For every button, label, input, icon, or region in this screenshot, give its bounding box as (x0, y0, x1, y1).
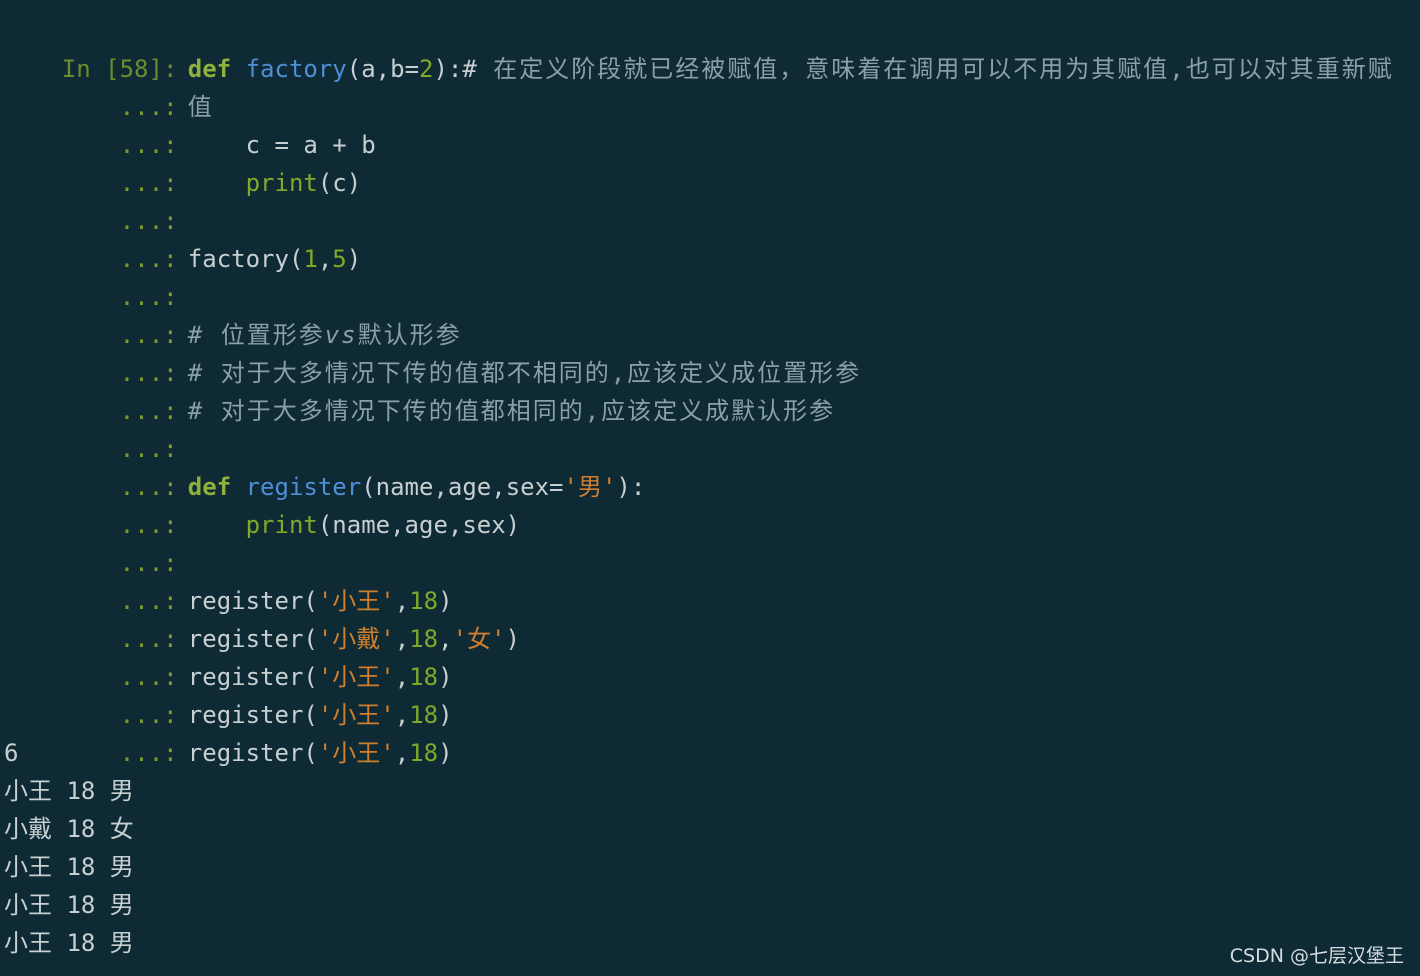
builtin: print (245, 511, 318, 539)
code-line-14: ...: (4, 506, 188, 577)
code-text: factory( (187, 245, 304, 273)
code-text: ) (346, 245, 362, 273)
string: '小王' (317, 739, 395, 767)
code-text: ):# (433, 55, 477, 83)
code-line-1: In [58]: def factory(a,b=2):# 在定义阶段就已经被赋值… (4, 12, 1394, 83)
number: 18 (409, 739, 439, 767)
comment: # 对于大多情况下传的值都相同的,应该定义成默认形参 (187, 397, 836, 425)
output-line: 小王 18 男 (4, 853, 134, 881)
string: '男' (563, 473, 617, 501)
code-text: ) (438, 739, 453, 767)
number: 1 (303, 245, 318, 273)
code-line-8: ...: # 位置形参vs默认形参 (4, 278, 462, 349)
output-line: 小王 18 男 (4, 929, 134, 957)
output-line: 小王 18 男 (4, 777, 134, 805)
code-line-7: ...: (4, 240, 188, 311)
code-line-11: ...: (4, 392, 188, 463)
code-line-15: ...: register('小王',18) (4, 544, 453, 615)
code-line-4: ...: print(c) (4, 126, 361, 197)
output-line: 小王 18 男 (4, 891, 134, 919)
output-line: 小戴 18 女 (4, 815, 134, 843)
code-text: register( (187, 739, 318, 767)
code-text: , (317, 245, 333, 273)
code-line-3: ...: c = a + b (4, 88, 376, 159)
code-line-18: ...: register('小王',18) (4, 658, 453, 729)
code-text: ): (616, 473, 646, 501)
watermark: CSDN @七层汉堡王 (1229, 945, 1404, 967)
terminal-window[interactable]: In [58]: def factory(a,b=2):# 在定义阶段就已经被赋值… (0, 0, 1420, 976)
number: 2 (419, 55, 434, 83)
code-line-16: ...: register('小戴',18,'女') (4, 582, 520, 653)
continuation-prompt: ...: (119, 739, 178, 767)
code-text: (a,b= (346, 55, 420, 83)
code-line-12: ...: def register(name,age,sex='男'): (4, 430, 646, 501)
code-line-13: ...: print(name,age,sex) (4, 468, 520, 539)
code-line-6: ...: factory(1,5) (4, 202, 361, 273)
code-line-17: ...: register('小王',18) (4, 620, 453, 691)
function-name: factory (245, 55, 347, 83)
number: 5 (332, 245, 347, 273)
output-line: 6 (4, 739, 19, 767)
code-line-5: ...: (4, 164, 188, 235)
code-line-19: ...: register('小王',18) (4, 696, 453, 767)
code-text: (name,age,sex) (317, 511, 521, 539)
code-text: ) (505, 625, 520, 653)
code-line-9: ...: # 对于大多情况下传的值都不相同的,应该定义成位置形参 (4, 316, 861, 387)
code-line-2: ...: 值 (4, 50, 214, 121)
comment: 在定义阶段就已经被赋值，意味着在调用可以不用为其赋值,也可以对其重新赋 (476, 55, 1394, 83)
code-text: , (394, 739, 410, 767)
builtin: print (245, 169, 318, 197)
string: '女' (452, 625, 506, 653)
code-line-10: ...: # 对于大多情况下传的值都相同的,应该定义成默认形参 (4, 354, 835, 425)
code-text: (c) (317, 169, 362, 197)
